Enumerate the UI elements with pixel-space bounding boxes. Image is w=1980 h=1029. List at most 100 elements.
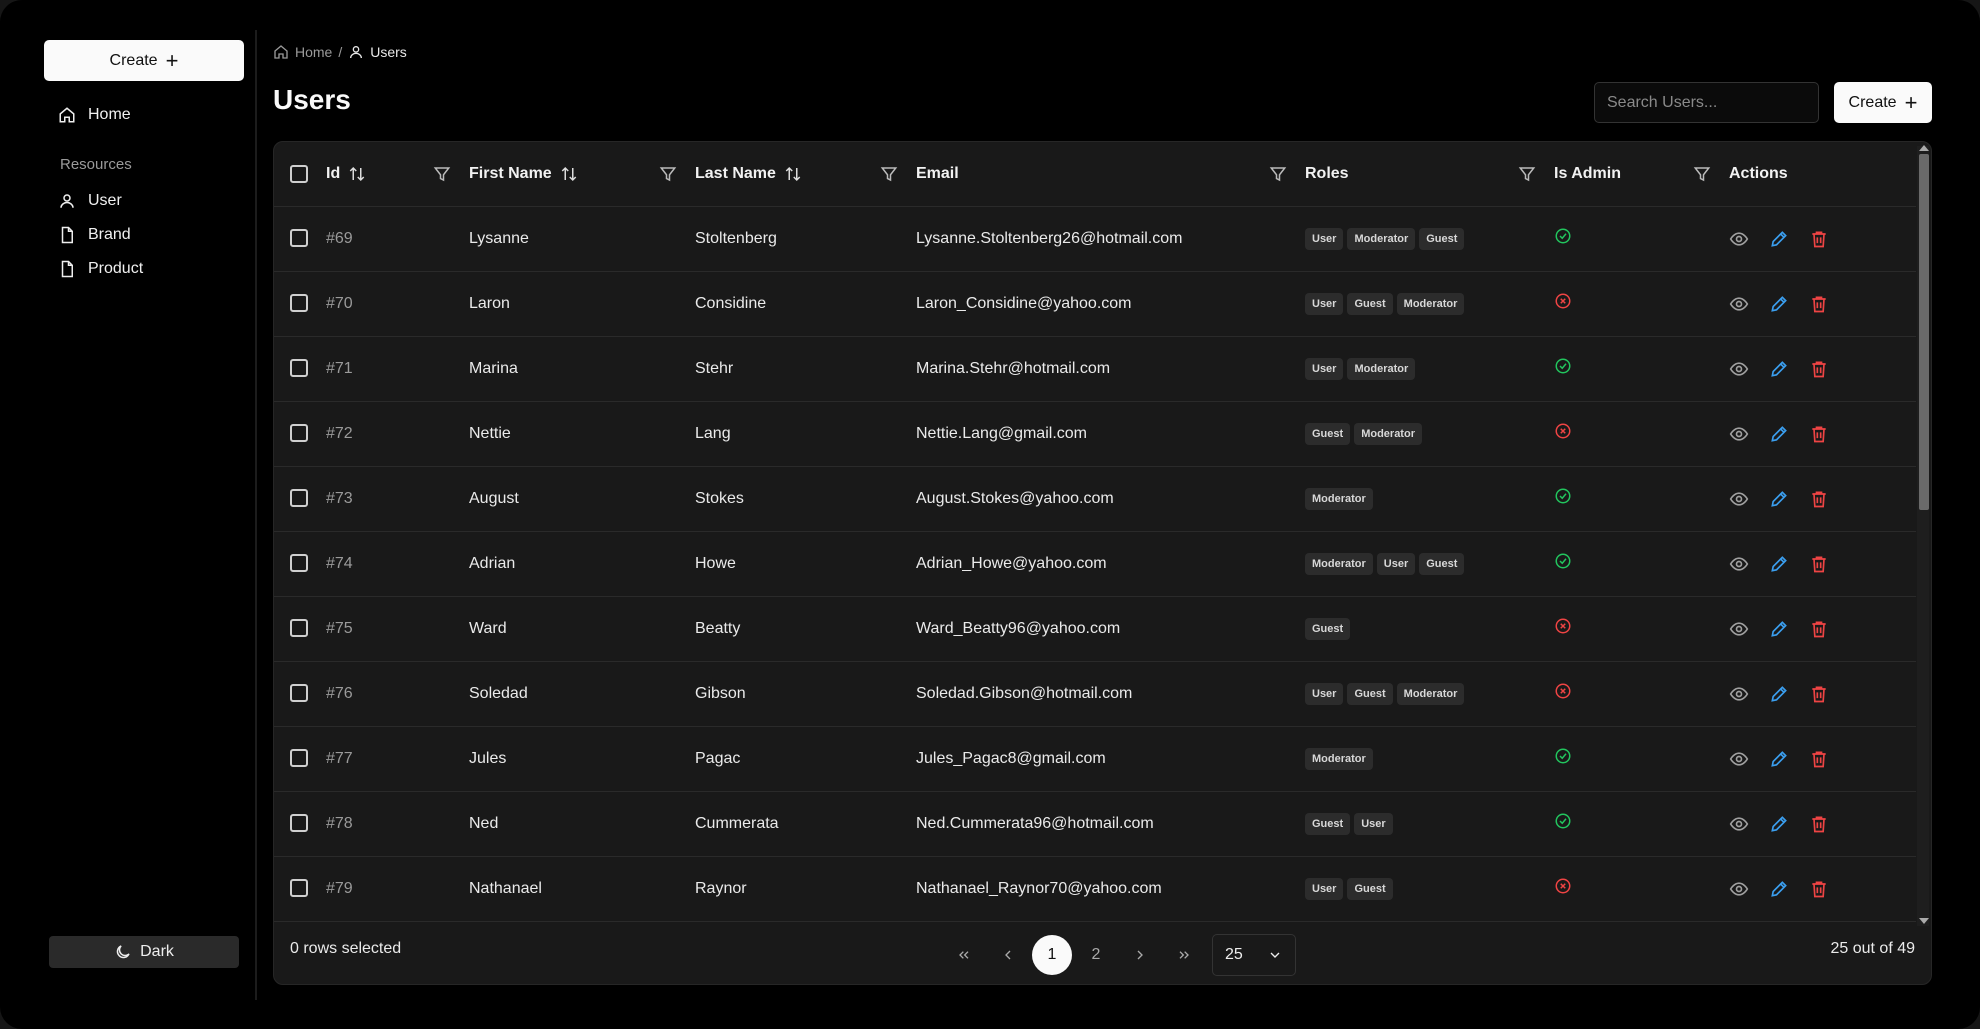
cell-first-name: Adrian xyxy=(469,531,695,597)
edit-button[interactable] xyxy=(1769,424,1789,444)
view-button[interactable] xyxy=(1729,294,1749,314)
row-checkbox[interactable] xyxy=(290,424,308,443)
breadcrumb-home[interactable]: Home xyxy=(273,44,332,60)
page-button-1[interactable]: 1 xyxy=(1032,935,1072,975)
cell-email: Adrian_Howe@yahoo.com xyxy=(916,531,1305,597)
edit-button[interactable] xyxy=(1769,814,1789,834)
prev-page-button[interactable] xyxy=(986,935,1030,975)
last-page-button[interactable] xyxy=(1162,935,1206,975)
row-checkbox[interactable] xyxy=(290,684,308,703)
scroll-up-arrow[interactable] xyxy=(1919,145,1929,151)
cell-last-name: Beatty xyxy=(695,596,916,662)
view-button[interactable] xyxy=(1729,424,1749,444)
cell-email: August.Stokes@yahoo.com xyxy=(916,466,1305,532)
file-icon xyxy=(61,226,73,244)
sort-icon[interactable] xyxy=(348,165,366,183)
delete-button[interactable] xyxy=(1809,229,1829,249)
eye-icon xyxy=(1729,881,1749,896)
cell-roles: Guest xyxy=(1305,596,1554,662)
edit-button[interactable] xyxy=(1769,554,1789,574)
view-button[interactable] xyxy=(1729,554,1749,574)
sidebar-item-home[interactable]: Home xyxy=(58,106,131,124)
sidebar-section-title: Resources xyxy=(60,156,132,173)
delete-button[interactable] xyxy=(1809,619,1829,639)
theme-toggle-button[interactable]: Dark xyxy=(49,936,239,968)
edit-button[interactable] xyxy=(1769,619,1789,639)
page-button-2[interactable]: 2 xyxy=(1074,935,1118,975)
view-button[interactable] xyxy=(1729,359,1749,379)
breadcrumb-separator: / xyxy=(338,44,343,60)
create-user-button[interactable]: Create + xyxy=(1834,82,1932,123)
row-checkbox[interactable] xyxy=(290,814,308,833)
delete-button[interactable] xyxy=(1809,489,1829,509)
check-circle-icon xyxy=(1555,358,1571,374)
filter-icon[interactable] xyxy=(880,165,898,183)
cell-first-name: Lysanne xyxy=(469,206,695,272)
table-row: #73 August Stokes August.Stokes@yahoo.co… xyxy=(274,466,1916,532)
view-button[interactable] xyxy=(1729,684,1749,704)
delete-button[interactable] xyxy=(1809,684,1829,704)
view-button[interactable] xyxy=(1729,749,1749,769)
table-row: #79 Nathanael Raynor Nathanael_Raynor70@… xyxy=(274,856,1916,922)
eye-icon xyxy=(1729,426,1749,441)
select-all-checkbox[interactable] xyxy=(290,164,308,183)
delete-button[interactable] xyxy=(1809,814,1829,834)
view-button[interactable] xyxy=(1729,879,1749,899)
rows-selected-text: 0 rows selected xyxy=(290,940,402,957)
filter-icon[interactable] xyxy=(433,165,451,183)
edit-button[interactable] xyxy=(1769,879,1789,899)
delete-button[interactable] xyxy=(1809,424,1829,444)
sidebar-item-label: Home xyxy=(88,106,131,123)
scroll-down-arrow[interactable] xyxy=(1919,918,1929,924)
eye-icon xyxy=(1729,231,1749,246)
delete-button[interactable] xyxy=(1809,879,1829,899)
view-button[interactable] xyxy=(1729,229,1749,249)
cell-actions xyxy=(1729,661,1916,727)
check-circle-icon xyxy=(1555,813,1571,829)
next-page-button[interactable] xyxy=(1118,935,1162,975)
view-button[interactable] xyxy=(1729,489,1749,509)
filter-icon[interactable] xyxy=(1269,165,1287,183)
scroll-thumb[interactable] xyxy=(1919,154,1929,510)
row-checkbox[interactable] xyxy=(290,619,308,638)
edit-button[interactable] xyxy=(1769,229,1789,249)
eye-icon xyxy=(1729,751,1749,766)
row-checkbox[interactable] xyxy=(290,749,308,768)
vertical-scrollbar[interactable] xyxy=(1917,145,1929,926)
filter-icon[interactable] xyxy=(659,165,677,183)
edit-button[interactable] xyxy=(1769,359,1789,379)
row-checkbox[interactable] xyxy=(290,489,308,508)
row-checkbox[interactable] xyxy=(290,879,308,898)
cell-actions xyxy=(1729,856,1916,922)
row-checkbox[interactable] xyxy=(290,554,308,573)
delete-button[interactable] xyxy=(1809,554,1829,574)
users-table: Id First Name Last Name Email Roles Is A… xyxy=(274,142,1916,922)
sidebar-create-button[interactable]: Create + xyxy=(44,40,244,81)
page-size-select[interactable]: 25 xyxy=(1212,934,1296,976)
edit-button[interactable] xyxy=(1769,489,1789,509)
sidebar-item-brand[interactable]: Brand xyxy=(58,226,131,244)
filter-icon[interactable] xyxy=(1693,165,1711,183)
edit-button[interactable] xyxy=(1769,684,1789,704)
role-badge: Guest xyxy=(1347,292,1393,315)
edit-button[interactable] xyxy=(1769,294,1789,314)
sidebar-item-user[interactable]: User xyxy=(58,192,122,210)
row-checkbox[interactable] xyxy=(290,294,308,313)
sidebar-item-product[interactable]: Product xyxy=(58,260,143,278)
first-page-button[interactable] xyxy=(942,935,986,975)
cell-last-name: Raynor xyxy=(695,856,916,922)
sort-icon[interactable] xyxy=(560,165,578,183)
view-button[interactable] xyxy=(1729,814,1749,834)
pencil-icon xyxy=(1771,295,1787,312)
search-input[interactable] xyxy=(1594,82,1819,123)
delete-button[interactable] xyxy=(1809,359,1829,379)
edit-button[interactable] xyxy=(1769,749,1789,769)
view-button[interactable] xyxy=(1729,619,1749,639)
filter-icon[interactable] xyxy=(1518,165,1536,183)
page-size-value: 25 xyxy=(1225,946,1243,963)
delete-button[interactable] xyxy=(1809,749,1829,769)
row-checkbox[interactable] xyxy=(290,359,308,378)
sort-icon[interactable] xyxy=(784,165,802,183)
row-checkbox[interactable] xyxy=(290,229,308,248)
delete-button[interactable] xyxy=(1809,294,1829,314)
